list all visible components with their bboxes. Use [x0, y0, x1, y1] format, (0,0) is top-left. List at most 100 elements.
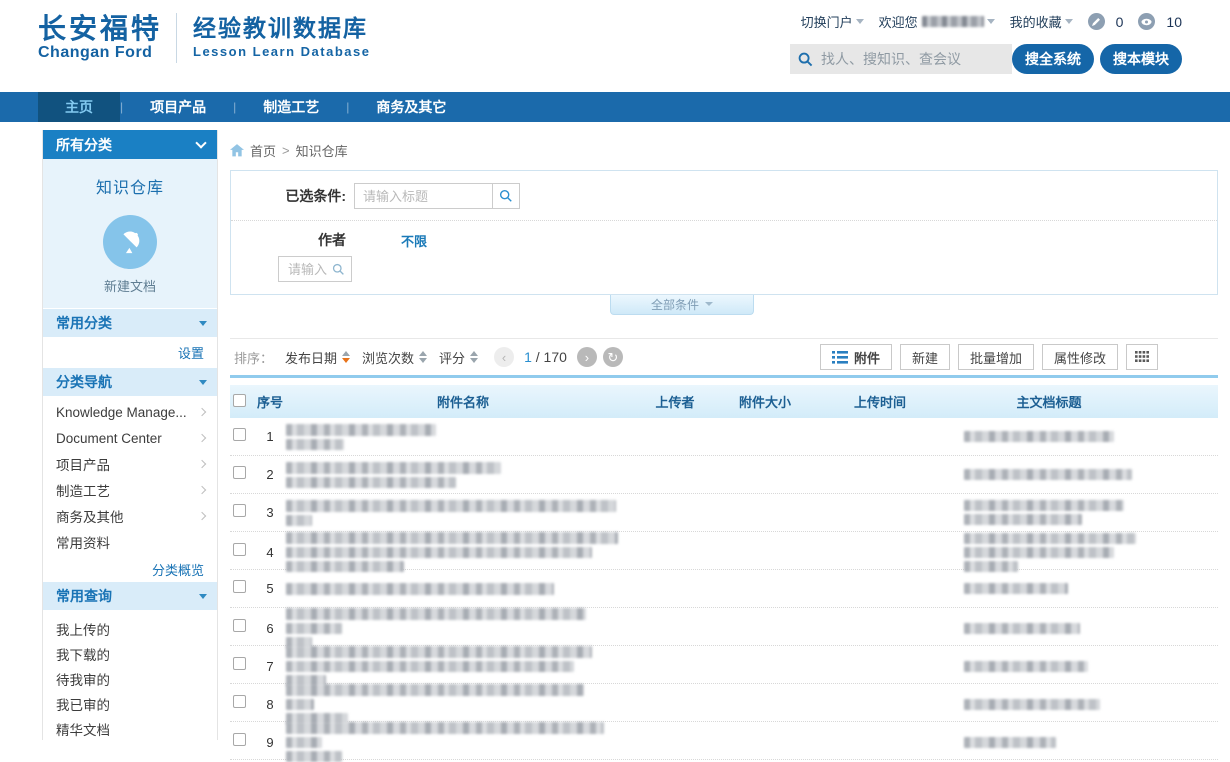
next-page-button[interactable]: ›	[577, 347, 597, 367]
category-overview-link[interactable]: 分类概览	[152, 560, 204, 579]
row-checkbox[interactable]	[233, 428, 246, 441]
redacted-block	[964, 500, 1124, 511]
sort-field-1[interactable]: 发布日期	[285, 348, 350, 367]
table-row: 8	[230, 684, 1218, 722]
col-header-uploader: 上传者	[640, 392, 710, 411]
sidebar-item[interactable]: 常用资料	[43, 529, 217, 555]
sort-field-3[interactable]: 评分	[439, 348, 478, 367]
sidebar-all-categories-header[interactable]: 所有分类	[43, 130, 217, 159]
view-count-badge[interactable]	[1138, 13, 1155, 30]
search-icon	[798, 52, 813, 67]
row-checkbox[interactable]	[233, 466, 246, 479]
search-all-system-button[interactable]: 搜全系统	[1012, 44, 1094, 74]
row-checkbox[interactable]	[233, 504, 246, 517]
sort-field-2[interactable]: 浏览次数	[362, 348, 427, 367]
sort-field-label: 浏览次数	[362, 348, 414, 367]
author-input[interactable]	[286, 261, 332, 278]
col-header-main-doc-title: 主文档标题	[940, 392, 1218, 411]
row-index: 1	[254, 429, 286, 444]
refresh-button[interactable]: ↻	[603, 347, 623, 367]
favorites-dropdown[interactable]: 我的收藏	[1010, 12, 1073, 31]
search-this-module-button[interactable]: 搜本模块	[1100, 44, 1182, 74]
sidebar-common-categories-header[interactable]: 常用分类	[43, 309, 217, 337]
sidebar-category-nav-header[interactable]: 分类导航	[43, 368, 217, 396]
sidebar: 所有分类 知识仓库 新建文档 常用分类 设置 分类导航 Knowledge Ma…	[42, 130, 218, 740]
edit-count-badge[interactable]	[1088, 13, 1105, 30]
new-document-button[interactable]	[103, 215, 157, 269]
sidebar-common-queries-header[interactable]: 常用查询	[43, 582, 217, 610]
attachment-name-redacted[interactable]	[286, 424, 640, 450]
attachment-name-redacted[interactable]	[286, 583, 640, 595]
redacted-block	[286, 462, 501, 474]
nav-tab-2[interactable]: 项目产品	[123, 92, 233, 122]
prev-page-button[interactable]: ‹	[494, 347, 514, 367]
title-search-input[interactable]	[354, 183, 492, 209]
attachment-name-redacted[interactable]	[286, 532, 640, 572]
sidebar-item-label: 商务及其他	[56, 506, 124, 526]
grid-view-button[interactable]	[1126, 344, 1158, 370]
welcome-user-dropdown[interactable]: 欢迎您	[879, 12, 995, 31]
modify-attributes-button[interactable]: 属性修改	[1042, 344, 1118, 370]
welcome-label: 欢迎您	[879, 12, 918, 31]
sidebar-item[interactable]: Document Center	[43, 425, 217, 451]
attachment-name-redacted[interactable]	[286, 608, 640, 648]
search-input[interactable]	[819, 50, 1003, 68]
sidebar-item[interactable]: 项目产品	[43, 451, 217, 477]
main-doc-title-redacted	[940, 737, 1218, 748]
all-conditions-toggle[interactable]: 全部条件	[610, 294, 754, 315]
title-search-button[interactable]	[492, 183, 520, 209]
row-checkbox-cell	[230, 466, 254, 484]
col-header-attachment-name: 附件名称	[286, 392, 640, 411]
row-checkbox[interactable]	[233, 580, 246, 593]
sort-fields: 发布日期 浏览次数 评分	[273, 348, 478, 367]
search-icon[interactable]	[332, 263, 345, 276]
sidebar-query-item[interactable]: 精华文档	[43, 716, 217, 741]
nav-tab-1[interactable]: 主页	[38, 92, 120, 122]
attachment-name-redacted[interactable]	[286, 500, 640, 526]
attachment-name-redacted[interactable]	[286, 722, 640, 762]
redacted-block	[286, 684, 584, 696]
sort-field-label: 发布日期	[285, 348, 337, 367]
chevron-down-icon	[856, 19, 864, 24]
sidebar-item[interactable]: 制造工艺	[43, 477, 217, 503]
attachment-name-redacted[interactable]	[286, 462, 640, 488]
redacted-block	[964, 737, 1056, 748]
app-title-cn: 经验教训数据库	[193, 14, 370, 42]
redacted-block	[286, 608, 586, 620]
row-checkbox[interactable]	[233, 619, 246, 632]
select-all-checkbox[interactable]	[233, 394, 246, 407]
redacted-block	[286, 737, 322, 748]
attachment-name-redacted[interactable]	[286, 684, 640, 724]
sidebar-item[interactable]: Knowledge Manage...	[43, 399, 217, 425]
sidebar-query-item[interactable]: 待我审的	[43, 666, 217, 691]
nav-tab-3[interactable]: 制造工艺	[236, 92, 346, 122]
common-queries-label: 常用查询	[56, 586, 112, 606]
row-checkbox[interactable]	[233, 657, 246, 670]
all-conditions-label: 全部条件	[651, 296, 699, 313]
nav-tab-4[interactable]: 商务及其它	[349, 92, 473, 122]
new-button[interactable]: 新建	[900, 344, 950, 370]
sidebar-query-item[interactable]: 我下载的	[43, 641, 217, 666]
attachment-name-redacted[interactable]	[286, 646, 640, 686]
main-doc-title-redacted	[940, 699, 1218, 710]
row-checkbox[interactable]	[233, 695, 246, 708]
sidebar-query-item[interactable]: 我已审的	[43, 691, 217, 716]
sort-toolbar: 排序： 发布日期浏览次数评分 ‹ 1 / 170 › ↻ 附件 新建 批量增加 …	[230, 338, 1218, 375]
switch-portal-dropdown[interactable]: 切换门户	[801, 12, 864, 31]
redacted-block	[286, 661, 574, 672]
attachment-view-button[interactable]: 附件	[820, 344, 892, 370]
author-unlimited-link[interactable]: 不限	[401, 231, 427, 250]
breadcrumb-home[interactable]: 首页	[250, 141, 276, 160]
main-doc-title-redacted	[940, 661, 1218, 672]
batch-add-button[interactable]: 批量增加	[958, 344, 1034, 370]
sidebar-query-item[interactable]: 我上传的	[43, 616, 217, 641]
settings-link[interactable]: 设置	[178, 343, 204, 362]
redacted-block	[964, 469, 1132, 480]
search-box[interactable]	[790, 44, 1012, 74]
row-checkbox[interactable]	[233, 543, 246, 556]
favorites-label: 我的收藏	[1010, 12, 1062, 31]
sort-asc-icon	[419, 351, 427, 356]
sidebar-item[interactable]: 商务及其他	[43, 503, 217, 529]
knowledge-repo-panel: 知识仓库 新建文档	[43, 159, 217, 308]
row-index: 8	[254, 697, 286, 712]
